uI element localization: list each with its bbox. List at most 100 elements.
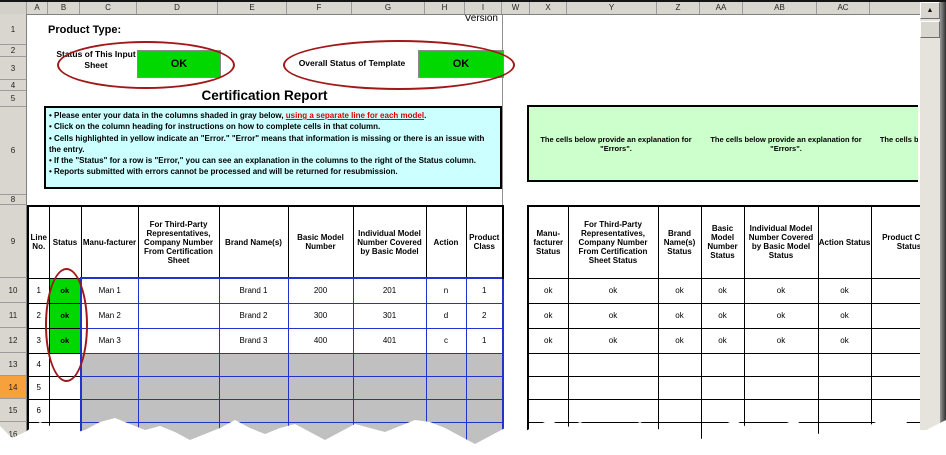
col-header-line-no[interactable]: Line No. (27, 205, 50, 279)
row-header-8[interactable]: 8 (0, 195, 27, 205)
cell-product-class[interactable]: 1 (465, 327, 504, 354)
column-header-Y[interactable]: Y (567, 2, 657, 14)
cell-manufacturer[interactable] (80, 352, 139, 377)
cell-basic-model-status[interactable]: ok (700, 302, 745, 329)
cell-brand-status[interactable]: ok (657, 302, 702, 329)
row-header-16[interactable]: 16 (0, 422, 27, 444)
cell-individual-model-status[interactable] (743, 421, 819, 444)
cell-brand-status[interactable] (657, 421, 702, 444)
column-header-W[interactable]: W (502, 2, 530, 14)
column-header-AB[interactable]: AB (743, 2, 817, 14)
cell-company-number-status[interactable]: ok (567, 327, 659, 354)
column-header-X[interactable]: X (530, 2, 567, 14)
cell-manufacturer[interactable] (80, 398, 139, 423)
cell-brand-status[interactable]: ok (657, 277, 702, 304)
cell-basic-model[interactable] (287, 352, 354, 377)
cell-action-status[interactable] (817, 421, 872, 444)
cell-brand-status[interactable]: ok (657, 327, 702, 354)
row-header-5[interactable]: 5 (0, 91, 27, 107)
row-header-15[interactable]: 15 (0, 399, 27, 422)
col-header-manufacturer-status[interactable]: Manu-facturer Status (527, 205, 569, 279)
row-header-13[interactable]: 13 (0, 353, 27, 376)
column-header-H[interactable]: H (425, 2, 465, 14)
column-header-A[interactable]: A (27, 2, 48, 14)
cell-manufacturer[interactable] (80, 375, 139, 400)
cell-brand[interactable] (218, 421, 289, 444)
cell-company-number[interactable] (137, 352, 220, 377)
cell-action[interactable] (425, 352, 467, 377)
cell-action[interactable]: n (425, 277, 467, 304)
cell-action-status[interactable]: ok (817, 327, 872, 354)
cell-manufacturer-status[interactable] (527, 375, 569, 400)
cell-product-class[interactable] (465, 421, 504, 444)
cell-company-number-status[interactable] (567, 375, 659, 400)
cell-action-status[interactable] (817, 352, 872, 377)
cell-brand[interactable] (218, 352, 289, 377)
row-header-10[interactable]: 10 (0, 278, 27, 303)
cell-brand[interactable]: Brand 3 (218, 327, 289, 354)
cell-company-number-status[interactable] (567, 352, 659, 377)
column-header-B[interactable]: B (48, 2, 80, 14)
cell-basic-model-status[interactable]: ok (700, 327, 745, 354)
cell-company-number[interactable] (137, 277, 220, 304)
cell-basic-model[interactable] (287, 398, 354, 423)
cell-basic-model-status[interactable]: ok (700, 277, 745, 304)
col-header-basic-model[interactable]: Basic Model Number (287, 205, 354, 279)
cell-company-number-status[interactable] (567, 421, 659, 444)
col-header-basic-model-status[interactable]: Basic Model Number Status (700, 205, 745, 279)
cell-basic-model[interactable] (287, 421, 354, 444)
cell-manufacturer-status[interactable]: ok (527, 277, 569, 304)
cell-brand[interactable]: Brand 1 (218, 277, 289, 304)
cell-company-number-status[interactable] (567, 398, 659, 423)
cell-action-status[interactable] (817, 398, 872, 423)
row-header-6[interactable]: 6 (0, 107, 27, 195)
cell-company-number[interactable] (137, 375, 220, 400)
cell-brand-status[interactable] (657, 398, 702, 423)
cell-company-number-status[interactable]: ok (567, 277, 659, 304)
cell-brand[interactable] (218, 398, 289, 423)
cell-status[interactable] (48, 398, 82, 423)
cell-action[interactable]: d (425, 302, 467, 329)
cell-basic-model[interactable] (287, 375, 354, 400)
cell-basic-model[interactable]: 200 (287, 277, 354, 304)
cell-manufacturer[interactable]: Man 1 (80, 277, 139, 304)
col-header-product-class[interactable]: Product Class (465, 205, 504, 279)
cell-manufacturer-status[interactable] (527, 398, 569, 423)
cell-individual-model[interactable]: 301 (352, 302, 427, 329)
cell-individual-model[interactable]: 401 (352, 327, 427, 354)
cell-individual-model-status[interactable]: ok (743, 327, 819, 354)
cell-basic-model-status[interactable] (700, 352, 745, 377)
cell-individual-model[interactable] (352, 352, 427, 377)
cell-individual-model[interactable]: 201 (352, 277, 427, 304)
cell-individual-model-status[interactable] (743, 352, 819, 377)
column-header-Z[interactable]: Z (657, 2, 700, 14)
cell-individual-model-status[interactable] (743, 375, 819, 400)
cell-product-class[interactable] (465, 375, 504, 400)
cell-action[interactable] (425, 421, 467, 444)
row-header-2[interactable]: 2 (0, 45, 27, 57)
column-header-AD-partial[interactable] (870, 2, 919, 14)
col-header-individual-model[interactable]: Individual Model Number Covered by Basic… (352, 205, 427, 279)
cell-company-number[interactable] (137, 302, 220, 329)
cell-individual-model[interactable] (352, 375, 427, 400)
row-header-12[interactable]: 12 (0, 328, 27, 353)
cell-individual-model-status[interactable]: ok (743, 302, 819, 329)
cell-product-class[interactable]: 1 (465, 277, 504, 304)
column-header-AC[interactable]: AC (817, 2, 870, 14)
cell-manufacturer-status[interactable] (527, 421, 569, 444)
cell-basic-model[interactable]: 300 (287, 302, 354, 329)
cell-status[interactable] (48, 421, 82, 444)
col-header-manufacturer[interactable]: Manu-facturer (80, 205, 139, 279)
cell-manufacturer[interactable]: Man 3 (80, 327, 139, 354)
cell-action-status[interactable]: ok (817, 302, 872, 329)
column-header-I[interactable]: I (465, 2, 502, 14)
cell-manufacturer-status[interactable]: ok (527, 302, 569, 329)
col-header-brand-names[interactable]: Brand Name(s) (218, 205, 289, 279)
select-all-corner[interactable] (0, 2, 27, 14)
col-header-company-number[interactable]: For Third-Party Representatives, Company… (137, 205, 220, 279)
cell-brand[interactable]: Brand 2 (218, 302, 289, 329)
cell-brand[interactable] (218, 375, 289, 400)
cell-line-no[interactable]: 6 (27, 398, 50, 423)
cell-line-no[interactable]: 5 (27, 375, 50, 400)
column-header-AA[interactable]: AA (700, 2, 743, 14)
